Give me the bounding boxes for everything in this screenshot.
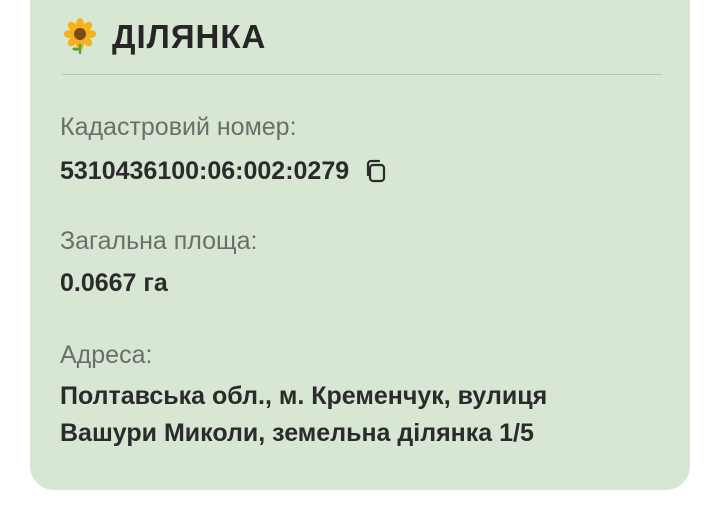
total-area-label: Загальна площа: xyxy=(60,227,258,255)
cadastral-number-row: 5310436100:06:002:0279 xyxy=(60,156,389,186)
cadastral-number-value: 5310436100:06:002:0279 xyxy=(60,157,350,185)
section-title: ДІЛЯНКА xyxy=(112,18,267,55)
sunflower-icon xyxy=(64,18,96,54)
parcel-card: ДІЛЯНКА Кадастровий номер: 5310436100:06… xyxy=(30,0,690,490)
address-value: Полтавська обл., м. Кременчук, вулиця Ва… xyxy=(60,382,548,447)
copy-icon[interactable] xyxy=(363,158,389,184)
cadastral-number-label: Кадастровий номер: xyxy=(60,113,297,141)
section-header: ДІЛЯНКА xyxy=(62,18,662,75)
address-label: Адреса: xyxy=(60,341,153,369)
total-area-value: 0.0667 га xyxy=(60,269,168,297)
